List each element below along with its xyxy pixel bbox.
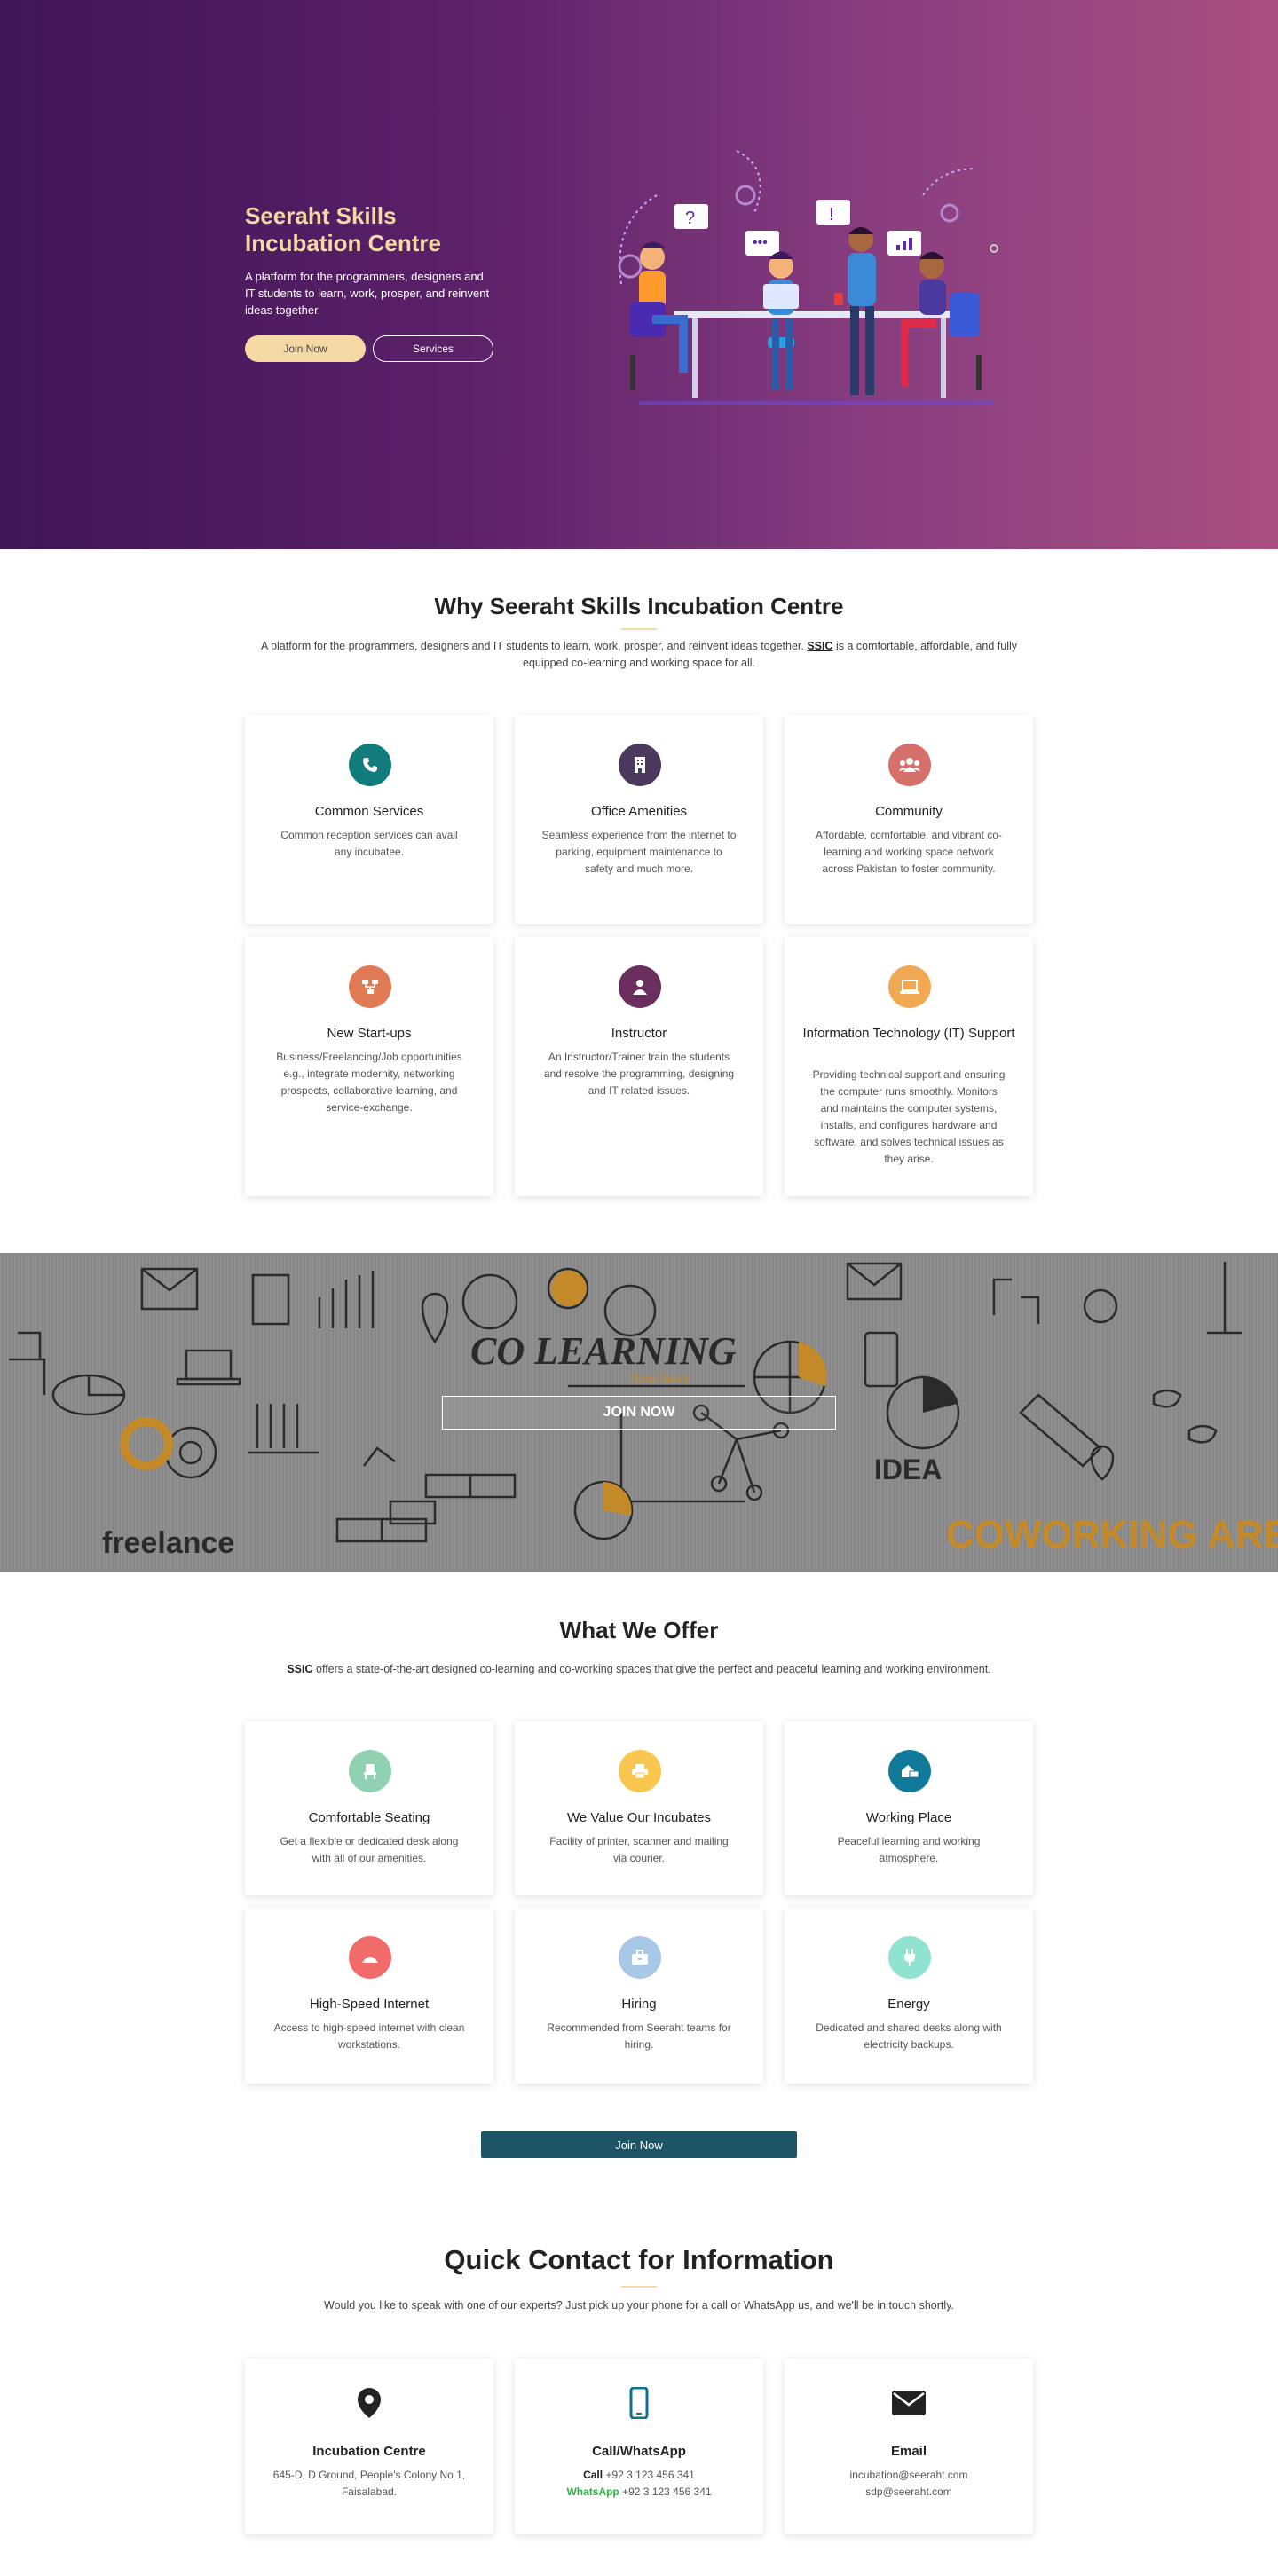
card-text: Peaceful learning and working atmosphere…: [837, 1835, 981, 1864]
svg-text:•••: •••: [753, 235, 768, 250]
card-text: Access to high-speed internet with clean…: [273, 2021, 465, 2051]
chair-icon: [349, 1750, 391, 1792]
card-title: Information Technology (IT) Support: [802, 1026, 1015, 1041]
map-pin-icon: [351, 2385, 387, 2421]
call-label: Call: [583, 2469, 604, 2481]
phone-lines: Call +92 3 123 456 341 WhatsApp +92 3 12…: [541, 2467, 737, 2501]
services-button[interactable]: Services: [373, 335, 493, 362]
hero-description: A platform for the programmers, designer…: [245, 270, 490, 317]
feature-card: Common Services Common reception service…: [245, 715, 493, 924]
brand-abbr: SSIC: [287, 1663, 313, 1675]
card-title: We Value Our Incubates: [566, 1810, 712, 1825]
offer-title: What We Offer: [559, 1617, 719, 1643]
offer-desc-text: offers a state-of-the-art designed co-le…: [312, 1663, 991, 1675]
offer-card: High-Speed Internet Access to high-speed…: [245, 1908, 493, 2084]
card-title: Comfortable Seating: [308, 1810, 430, 1825]
svg-text:?: ?: [685, 209, 695, 228]
card-title: Hiring: [621, 1997, 657, 2012]
banner-join-now-button[interactable]: JOIN NOW: [442, 1396, 836, 1430]
contact-card-email: Email incubation@seeraht.com sdp@seeraht…: [785, 2359, 1033, 2534]
hero-section: Seeraht Skills Incubation Centre A platf…: [0, 0, 1278, 549]
building-icon: [619, 744, 661, 786]
mobile-phone-icon: [621, 2385, 657, 2421]
briefcase-icon: [619, 1936, 661, 1979]
offer-card: Comfortable Seating Get a flexible or de…: [245, 1721, 493, 1895]
contact-description: Would you like to speak with one of our …: [324, 2299, 954, 2312]
laptop-icon: [888, 965, 931, 1008]
card-text: An Instructor/Trainer train the students…: [543, 1051, 735, 1097]
card-text: Common reception services can avail any …: [280, 829, 458, 858]
offer-card: We Value Our Incubates Facility of print…: [515, 1721, 763, 1895]
co-learning-text: CO LEARNING: [470, 1329, 737, 1373]
join-now-button[interactable]: Join Now: [245, 335, 366, 362]
why-title: Why Seeraht Skills Incubation Centre: [434, 593, 844, 619]
card-title: Common Services: [314, 804, 424, 819]
card-text: Providing technical support and ensuring…: [812, 1068, 1006, 1165]
open-space-text: Open Space: [630, 1372, 690, 1385]
feature-card: Office Amenities Seamless experience fro…: [515, 715, 763, 924]
card-text: Seamless experience from the internet to…: [541, 829, 737, 875]
offer-card: Hiring Recommended from Seeraht teams fo…: [515, 1908, 763, 2084]
svg-text:!: !: [829, 205, 834, 225]
card-title: Email: [890, 2444, 927, 2459]
email-link[interactable]: incubation@seeraht.com: [811, 2467, 1006, 2484]
card-text: Business/Freelancing/Job opportunities e…: [276, 1051, 462, 1114]
feature-card: Community Affordable, comfortable, and v…: [785, 715, 1033, 924]
contact-title: Quick Contact for Information: [444, 2244, 834, 2275]
users-icon: [888, 744, 931, 786]
feature-card: Information Technology (IT) Support Prov…: [785, 937, 1033, 1196]
card-title: Working Place: [865, 1810, 952, 1825]
card-text: Recommended from Seeraht teams for hirin…: [547, 2021, 731, 2051]
feature-card: Instructor An Instructor/Trainer train t…: [515, 937, 763, 1196]
instructor-icon: [619, 965, 661, 1008]
brand-abbr: SSIC: [807, 640, 833, 652]
feature-card: New Start-ups Business/Freelancing/Job o…: [245, 937, 493, 1196]
offer-join-now-button[interactable]: Join Now: [481, 2131, 797, 2158]
card-text: Facility of printer, scanner and mailing…: [549, 1835, 729, 1864]
whatsapp-number[interactable]: +92 3 123 456 341: [622, 2485, 711, 2498]
section-divider: [621, 628, 657, 630]
offer-card: Energy Dedicated and shared desks along …: [785, 1908, 1033, 2084]
card-title: Energy: [888, 1997, 930, 2012]
why-description: A platform for the programmers, designer…: [240, 638, 1038, 672]
contact-card-address: Incubation Centre 645-D, D Ground, Peopl…: [245, 2359, 493, 2534]
card-text: Dedicated and shared desks along with el…: [816, 2021, 1002, 2051]
offer-card: Working Place Peaceful learning and work…: [785, 1721, 1033, 1895]
wifi-icon: [349, 1936, 391, 1979]
email-link[interactable]: sdp@seeraht.com: [811, 2484, 1006, 2501]
email-lines: incubation@seeraht.com sdp@seeraht.com: [811, 2467, 1006, 2501]
offer-description: SSIC offers a state-of-the-art designed …: [240, 1661, 1038, 1678]
card-title: Instructor: [611, 1026, 667, 1041]
contact-card-phone: Call/WhatsApp Call +92 3 123 456 341 Wha…: [515, 2359, 763, 2534]
card-text: Get a flexible or dedicated desk along w…: [280, 1835, 459, 1864]
card-title: Call/WhatsApp: [592, 2444, 686, 2459]
section-divider: [621, 2286, 657, 2288]
card-title: High-Speed Internet: [309, 1997, 430, 2012]
phone-icon: [349, 744, 391, 786]
address-text: 645-D, D Ground, People's Colony No 1, F…: [272, 2469, 466, 2498]
call-number[interactable]: +92 3 123 456 341: [605, 2469, 694, 2481]
idea-text: IDEA: [874, 1453, 942, 1485]
workplace-icon: [888, 1750, 931, 1792]
card-title: Community: [875, 804, 943, 819]
whatsapp-label: WhatsApp: [566, 2485, 619, 2498]
card-title: New Start-ups: [327, 1026, 412, 1041]
why-desc-text: A platform for the programmers, designer…: [260, 640, 808, 652]
printer-icon: [619, 1750, 661, 1792]
team-collaboration-illustration: ? ••• !: [618, 150, 998, 405]
coworking-text: COWORKING ARE: [946, 1513, 1278, 1556]
sitemap-icon: [349, 965, 391, 1008]
card-title: Office Amenities: [590, 804, 688, 819]
plug-icon: [888, 1936, 931, 1979]
card-title: Incubation Centre: [312, 2444, 426, 2459]
card-text: Affordable, comfortable, and vibrant co-…: [816, 829, 1002, 875]
envelope-icon: [891, 2385, 927, 2421]
freelance-text: freelance: [102, 1526, 234, 1560]
hero-title: Seeraht Skills Incubation Centre: [245, 202, 442, 256]
